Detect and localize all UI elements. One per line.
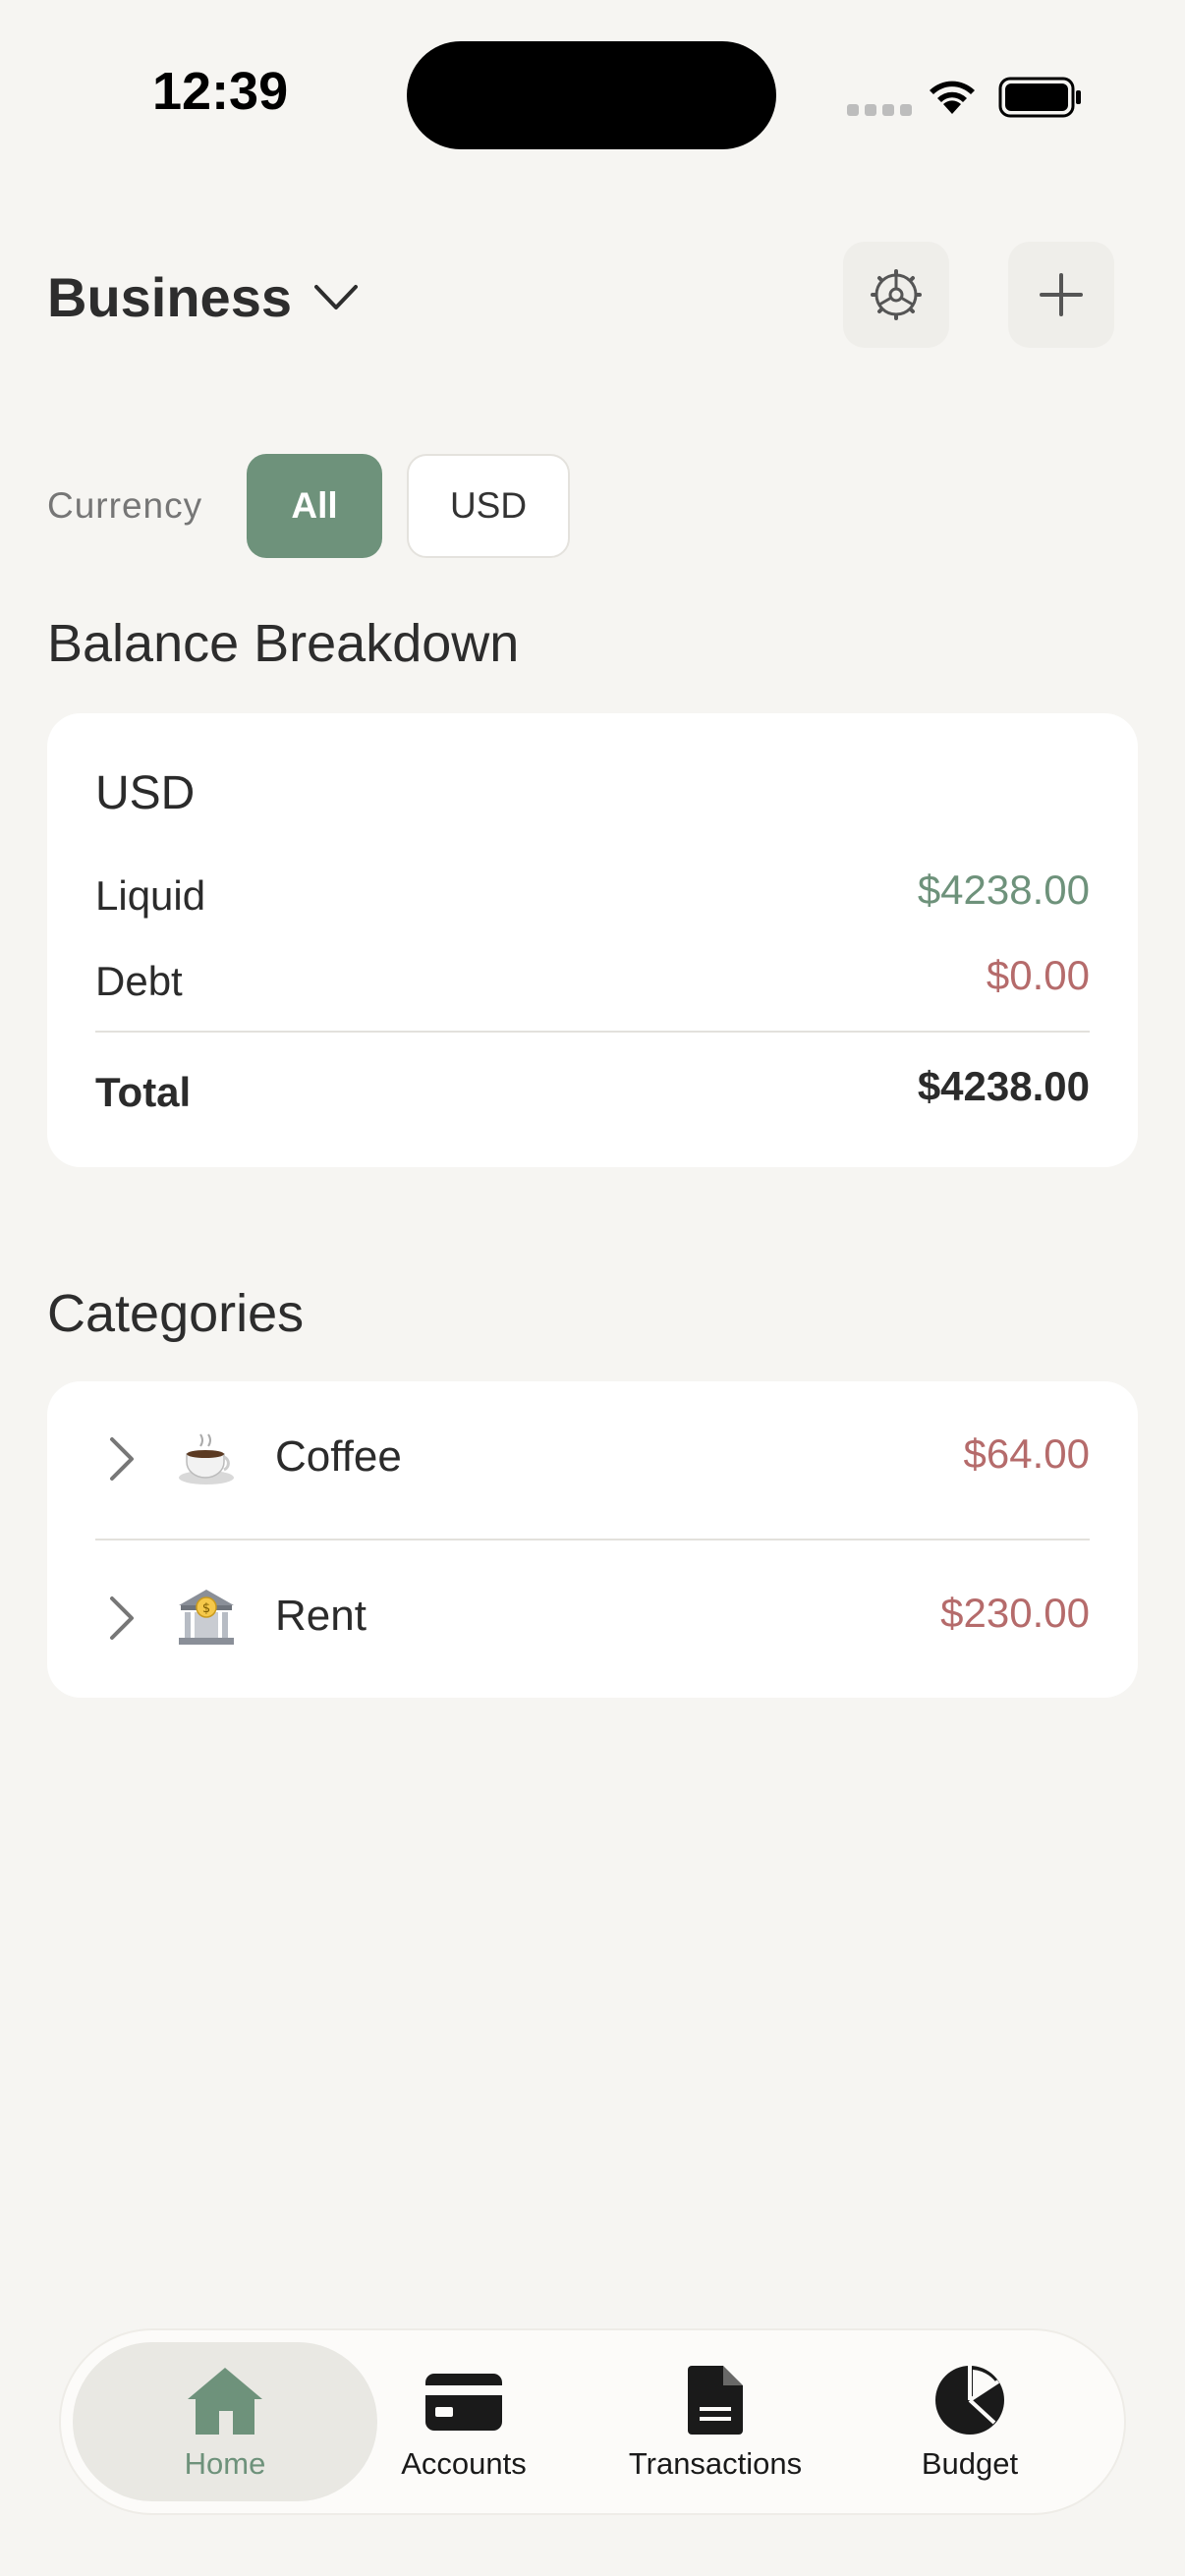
tab-budget[interactable]: Budget xyxy=(896,2342,1044,2501)
currency-filter-label: Currency xyxy=(47,485,203,526)
category-name: Rent xyxy=(275,1592,367,1640)
tab-label: Budget xyxy=(921,2446,1019,2481)
debt-value: $0.00 xyxy=(986,952,1090,998)
tab-transactions[interactable]: Transactions xyxy=(607,2342,823,2501)
document-icon xyxy=(688,2366,743,2435)
bank-icon: $ xyxy=(179,1590,234,1645)
svg-text:$: $ xyxy=(202,1601,210,1616)
tab-accounts[interactable]: Accounts xyxy=(395,2342,533,2501)
liquid-value: $4238.00 xyxy=(917,867,1090,913)
categories-title: Categories xyxy=(47,1284,305,1343)
balance-currency: USD xyxy=(95,767,196,819)
cellular-signal-icon xyxy=(847,104,912,116)
currency-chip-all[interactable]: All xyxy=(247,454,382,558)
chevron-right-icon xyxy=(110,1437,134,1481)
add-button[interactable] xyxy=(1008,242,1114,348)
categories-card: Coffee $64.00 $ Rent $230.00 xyxy=(47,1381,1138,1698)
wifi-icon xyxy=(930,81,975,114)
gear-icon xyxy=(871,269,922,320)
total-value: $4238.00 xyxy=(917,1063,1090,1109)
pie-chart-icon xyxy=(935,2366,1004,2435)
settings-button[interactable] xyxy=(843,242,949,348)
dynamic-island xyxy=(407,41,776,149)
card-icon xyxy=(425,2374,502,2431)
workspace-name: Business xyxy=(47,266,292,328)
battery-icon xyxy=(998,77,1081,118)
balance-card: USD Liquid $4238.00 Debt $0.00 Total $42… xyxy=(47,713,1138,1167)
tab-label: Transactions xyxy=(628,2446,803,2481)
plus-icon xyxy=(1040,273,1083,316)
balance-breakdown-title: Balance Breakdown xyxy=(47,614,520,673)
category-name: Coffee xyxy=(275,1432,402,1481)
coffee-cup-icon xyxy=(179,1433,234,1484)
balance-divider xyxy=(95,1031,1090,1033)
status-time: 12:39 xyxy=(152,62,289,121)
tab-bar: Home Accounts Transactions Budget xyxy=(61,2330,1124,2513)
category-amount: $64.00 xyxy=(963,1430,1090,1477)
currency-chip-usd[interactable]: USD xyxy=(407,454,570,558)
debt-label: Debt xyxy=(95,958,183,1004)
category-row-rent[interactable]: $ Rent $230.00 xyxy=(47,1540,1138,1698)
liquid-label: Liquid xyxy=(95,872,206,919)
tab-label: Accounts xyxy=(401,2446,527,2481)
tab-home[interactable]: Home xyxy=(73,2342,377,2501)
house-icon xyxy=(188,2368,262,2435)
chevron-right-icon xyxy=(110,1596,134,1640)
tab-label: Home xyxy=(184,2446,266,2481)
total-label: Total xyxy=(95,1069,192,1115)
workspace-selector[interactable]: Business xyxy=(47,265,359,329)
chevron-down-icon xyxy=(314,284,358,309)
category-amount: $230.00 xyxy=(940,1590,1090,1636)
category-row-coffee[interactable]: Coffee $64.00 xyxy=(47,1381,1138,1539)
